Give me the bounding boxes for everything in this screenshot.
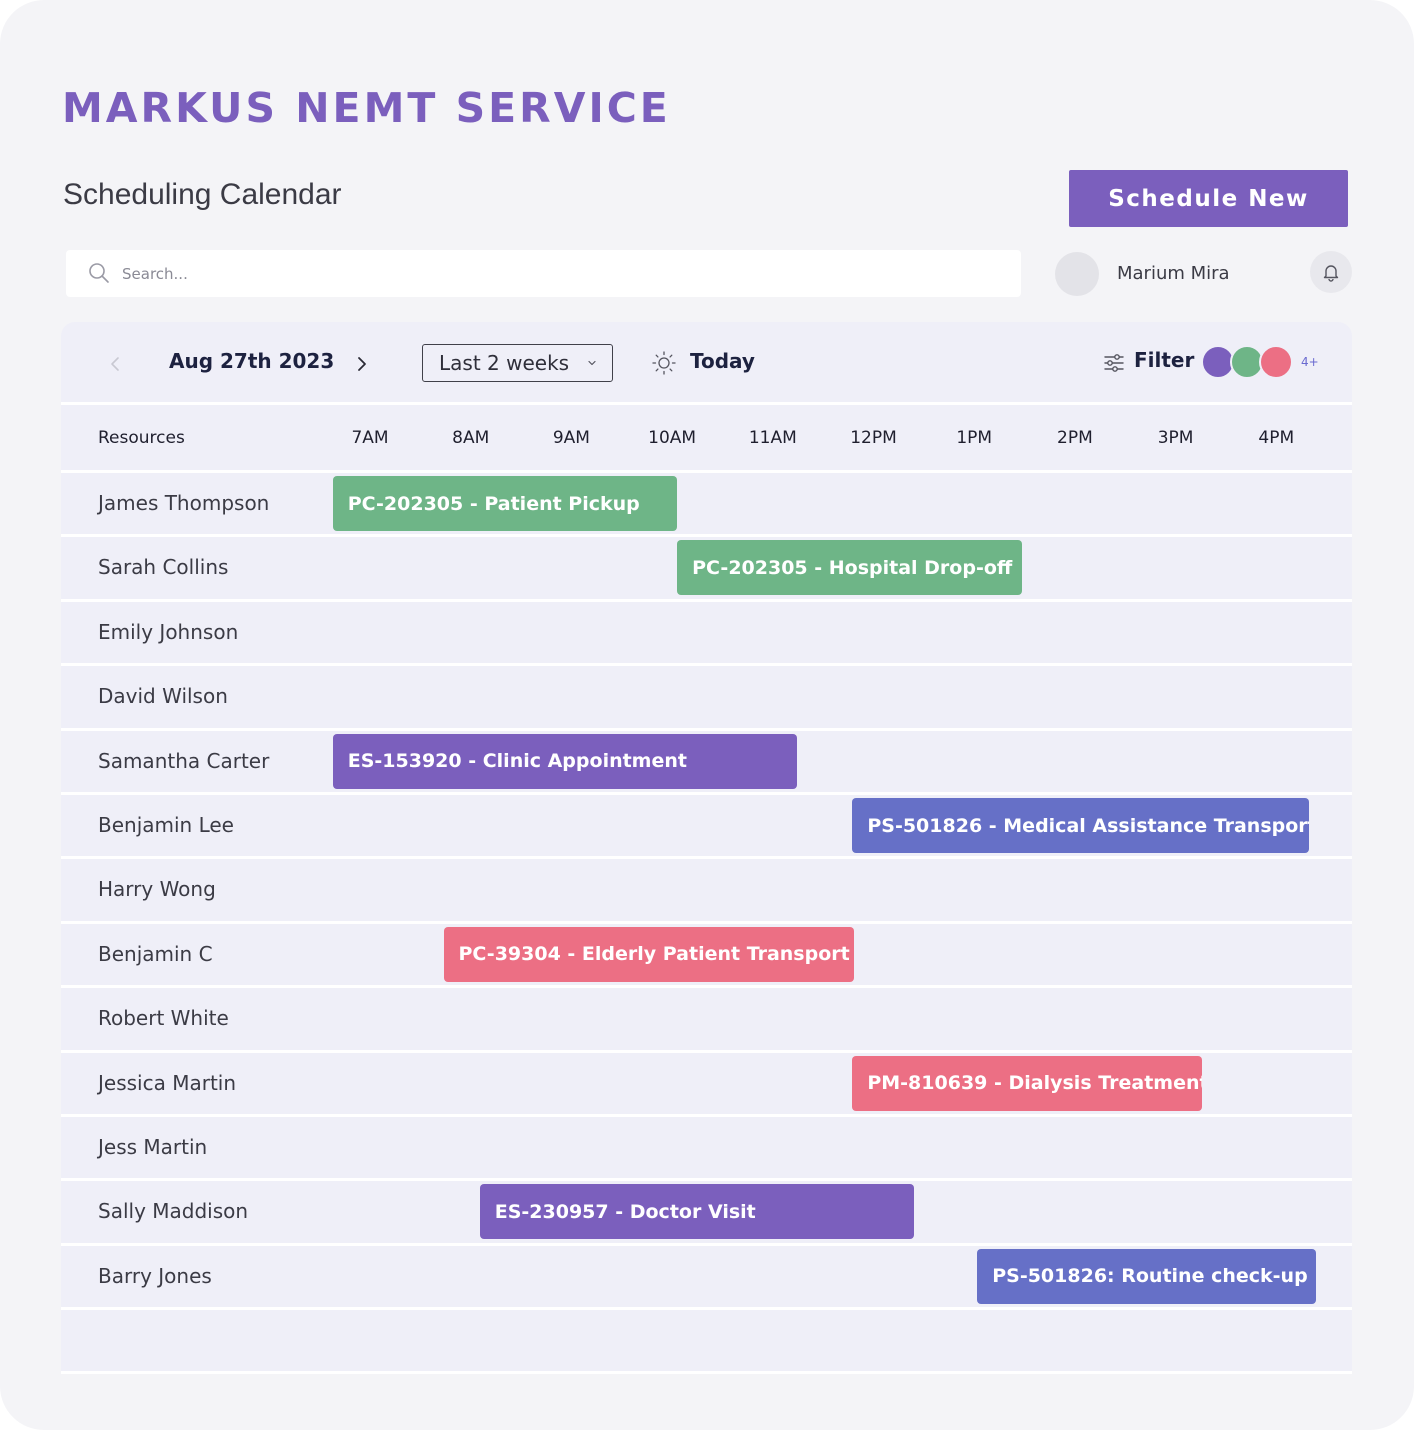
hour-label: 1PM bbox=[956, 428, 993, 448]
resource-name: Sarah Collins bbox=[98, 555, 229, 580]
toolbar-divider bbox=[61, 402, 1352, 405]
resource-name: Benjamin C bbox=[98, 941, 213, 966]
notifications-button[interactable] bbox=[1310, 251, 1352, 293]
resource-name: Jess Martin bbox=[98, 1135, 208, 1159]
resource-name: Emily Johnson bbox=[98, 619, 239, 644]
resource-name: Jessica Martin bbox=[98, 1070, 237, 1095]
appointment-block[interactable]: ES-153920 - Clinic Appointment bbox=[332, 733, 797, 789]
resource-row: Emily Johnson bbox=[61, 602, 1352, 664]
search-input[interactable] bbox=[122, 260, 1002, 288]
more-avatars-count[interactable]: 4+ bbox=[1301, 355, 1319, 369]
resources-column-header: Resources bbox=[98, 428, 185, 448]
resource-name: Barry Jones bbox=[98, 1263, 212, 1288]
user-name[interactable]: Marium Mira bbox=[1117, 263, 1230, 284]
hour-label: 12PM bbox=[850, 428, 897, 448]
hour-label: 8AM bbox=[452, 428, 490, 448]
resource-name: Sally Maddison bbox=[98, 1199, 249, 1224]
appointment-block[interactable]: PS-501826: Routine check-up bbox=[977, 1248, 1316, 1304]
resource-row: James Thompson PC-202305 - Patient Pickup bbox=[61, 473, 1352, 535]
resource-name: Harry Wong bbox=[98, 877, 216, 902]
resource-row: Samantha Carter ES-153920 - Clinic Appoin… bbox=[61, 731, 1352, 793]
resource-row: David Wilson bbox=[61, 666, 1352, 728]
hour-label: 4PM bbox=[1258, 428, 1295, 448]
chevron-right-icon[interactable] bbox=[354, 352, 370, 376]
resource-row: Sarah Collins PC-202305 - Hospital Drop-o… bbox=[61, 537, 1352, 599]
resource-row: Harry Wong bbox=[61, 859, 1352, 921]
chevron-down-icon bbox=[588, 360, 596, 366]
hour-label: 7AM bbox=[351, 428, 389, 448]
resource-row: Jessica Martin PM-810639 - Dialysis Treat… bbox=[61, 1053, 1352, 1115]
row-divider bbox=[61, 1307, 1352, 1311]
resource-name: David Wilson bbox=[98, 684, 228, 709]
resource-row: Robert White bbox=[61, 988, 1352, 1050]
resource-row: Barry Jones PS-501826: Routine check-up bbox=[61, 1246, 1352, 1308]
hour-label: 9AM bbox=[552, 428, 590, 448]
appointment-block[interactable]: PM-810639 - Dialysis Treatment bbox=[852, 1055, 1202, 1111]
resource-name: Benjamin Lee bbox=[98, 813, 234, 837]
range-select[interactable]: Last 2 weeks bbox=[422, 344, 613, 382]
appointment-block[interactable]: PC-202305 - Patient Pickup bbox=[332, 476, 678, 531]
resource-row: Benjamin C PC-39304 - Elderly Patient Tra… bbox=[61, 924, 1352, 986]
search-bar bbox=[66, 250, 1021, 297]
user-avatar[interactable] bbox=[1055, 252, 1099, 296]
appointment-block[interactable]: PC-39304 - Elderly Patient Transport bbox=[443, 926, 855, 982]
sun-icon[interactable] bbox=[651, 350, 677, 376]
chevron-left-icon[interactable] bbox=[107, 352, 123, 376]
hour-label: 10AM bbox=[648, 428, 697, 448]
resource-row: Sally Maddison ES-230957 - Doctor Visit bbox=[61, 1181, 1352, 1243]
team-avatar[interactable] bbox=[1259, 345, 1293, 379]
hour-label: 2PM bbox=[1057, 428, 1093, 448]
resource-row: Jess Martin bbox=[61, 1117, 1352, 1179]
hour-label: 3PM bbox=[1157, 428, 1194, 448]
filter-button[interactable]: Filter bbox=[1134, 348, 1194, 372]
appointment-block[interactable]: PS-501826 - Medical Assistance Transport bbox=[852, 798, 1309, 853]
today-button[interactable]: Today bbox=[690, 349, 755, 373]
resource-name: James Thompson bbox=[98, 491, 270, 515]
calendar-toolbar: Aug 27th 2023 Last 2 weeks Today Filter … bbox=[61, 322, 1352, 404]
brand-title: MARKUS NEMT SERVICE bbox=[62, 84, 671, 132]
schedule-new-button[interactable]: Schedule New bbox=[1069, 170, 1348, 227]
appointment-block[interactable]: ES-230957 - Doctor Visit bbox=[479, 1184, 914, 1240]
current-date: Aug 27th 2023 bbox=[169, 349, 335, 373]
resource-row: Benjamin Lee PS-501826 - Medical Assistan… bbox=[61, 795, 1352, 857]
header-divider bbox=[61, 470, 1352, 473]
bottom-divider bbox=[61, 1371, 1352, 1374]
bell-icon bbox=[1323, 265, 1339, 282]
resource-name: Samantha Carter bbox=[98, 748, 270, 773]
page-title: Scheduling Calendar bbox=[63, 178, 342, 211]
appointment-block[interactable]: PC-202305 - Hospital Drop-off bbox=[677, 540, 1022, 596]
app-frame: MARKUS NEMT SERVICE Scheduling Calendar … bbox=[0, 0, 1414, 1430]
search-icon bbox=[89, 263, 109, 283]
filter-icon[interactable] bbox=[1103, 352, 1125, 374]
calendar-panel: Aug 27th 2023 Last 2 weeks Today Filter … bbox=[61, 322, 1352, 1374]
hour-label: 11AM bbox=[748, 428, 797, 448]
timeline-header: Resources 7AM 8AM 9AM 10AM 11AM 12PM 1PM 2PM 3PM… bbox=[61, 406, 1352, 470]
resource-name: Robert White bbox=[98, 1006, 229, 1031]
range-select-value: Last 2 weeks bbox=[439, 351, 570, 375]
